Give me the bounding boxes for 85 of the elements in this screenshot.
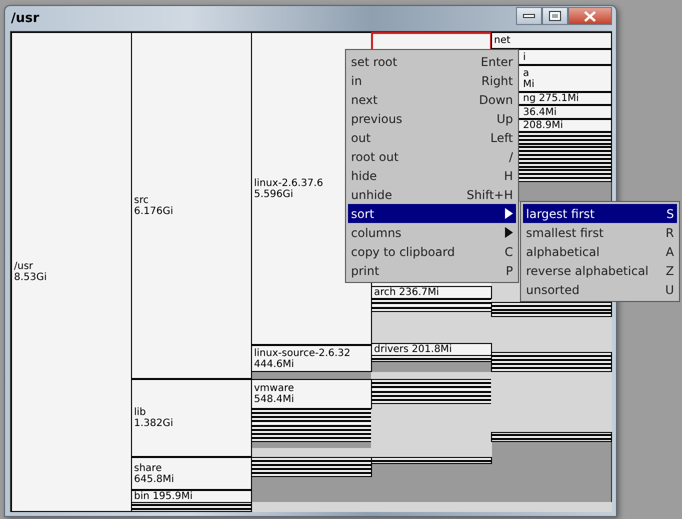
treemap-cell[interactable]: src 6.176Gi xyxy=(131,32,252,379)
treemap-cell[interactable] xyxy=(371,396,492,400)
treemap-cell[interactable]: linux-source-2.6.32 444.6Mi xyxy=(251,345,372,372)
treemap-cell[interactable]: lib 1.382Gi xyxy=(131,379,252,457)
folder-name: share xyxy=(134,462,163,474)
folder-name: bin 195.9Mi xyxy=(134,491,194,502)
close-button[interactable] xyxy=(568,7,612,25)
treemap-cell[interactable]: arch 236.7Mi xyxy=(371,286,492,299)
treemap-cell[interactable] xyxy=(251,473,372,477)
treemap-cell[interactable]: vmware 548.4Mi xyxy=(251,379,372,409)
treemap-cell[interactable] xyxy=(371,299,492,303)
treemap-cell[interactable] xyxy=(251,469,372,473)
treemap-cell[interactable] xyxy=(491,352,612,356)
treemap-cell[interactable] xyxy=(491,302,612,306)
folder-name: 208.9Mi xyxy=(523,120,564,131)
treemap-cell[interactable] xyxy=(371,392,492,396)
folder-size: 8.53Gi xyxy=(14,272,48,283)
folder-name: lib xyxy=(134,407,147,418)
treemap-cell[interactable] xyxy=(491,368,612,372)
menu-item[interactable]: unsorted U xyxy=(523,280,677,299)
treemap-cell[interactable] xyxy=(251,430,372,434)
treemap-cell[interactable] xyxy=(371,400,492,404)
folder-name: 36.4Mi xyxy=(523,106,558,118)
treemap-cell[interactable] xyxy=(371,308,492,312)
treemap-cell[interactable] xyxy=(371,457,492,461)
treemap-cell[interactable] xyxy=(491,432,612,435)
treemap-cell[interactable] xyxy=(251,413,372,417)
treemap-cell[interactable] xyxy=(491,313,612,317)
treemap-cell[interactable] xyxy=(491,439,612,442)
folder-name: drivers 201.8Mi xyxy=(374,344,453,355)
treemap-cell[interactable] xyxy=(371,387,492,392)
folder-size: 6.176Gi xyxy=(134,206,174,216)
menu-item[interactable]: reverse alphabetical Z xyxy=(523,261,677,280)
folder-size: 1.382Gi xyxy=(134,418,174,429)
treemap-cell[interactable] xyxy=(251,438,372,442)
treemap-cell[interactable] xyxy=(491,435,612,439)
treemap-cell[interactable] xyxy=(371,383,492,387)
treemap-cell[interactable] xyxy=(131,509,252,512)
treemap-cell[interactable] xyxy=(371,359,492,362)
maximize-button[interactable] xyxy=(542,7,568,25)
menu-item[interactable]: sort xyxy=(348,204,516,223)
close-icon xyxy=(584,10,596,22)
treemap-cell[interactable] xyxy=(491,306,612,310)
minimize-icon xyxy=(523,13,535,19)
treemap-cell[interactable] xyxy=(131,505,252,509)
folder-name: a xyxy=(523,68,530,78)
treemap-cell[interactable] xyxy=(251,421,372,426)
treemap-cell[interactable] xyxy=(251,465,372,469)
treemap-cell[interactable]: drivers 201.8Mi xyxy=(371,343,492,356)
treemap-cell[interactable] xyxy=(371,461,492,464)
folder-size: 444.6Mi xyxy=(254,358,296,370)
treemap-cell[interactable] xyxy=(491,356,612,360)
treemap-cell[interactable] xyxy=(491,360,612,364)
treemap-cell[interactable]: share 645.8Mi xyxy=(131,457,252,490)
folder-name: arch 236.7Mi xyxy=(374,287,440,298)
folder-name: /usr xyxy=(14,261,34,272)
treemap-cell[interactable] xyxy=(491,364,612,368)
folder-name: ng 275.1Mi xyxy=(523,93,580,104)
minimize-button[interactable] xyxy=(516,7,542,25)
maximize-icon xyxy=(549,11,561,21)
treemap-cell[interactable] xyxy=(371,379,492,383)
menu-item[interactable]: largest first S xyxy=(523,204,677,223)
folder-size: Mi xyxy=(523,78,536,90)
folder-name: src xyxy=(134,194,150,206)
treemap-cell[interactable] xyxy=(251,409,372,413)
treemap-cell[interactable] xyxy=(251,461,372,465)
treemap-cell[interactable]: net xyxy=(491,32,612,49)
folder-name: linux-2.6.37.6 xyxy=(254,178,324,188)
treemap-cell[interactable] xyxy=(491,310,612,313)
treemap-cell[interactable] xyxy=(371,303,492,308)
folder-name: net xyxy=(494,35,512,46)
window-title: /usr xyxy=(11,10,40,28)
treemap-cell[interactable]: /usr 8.53Gi xyxy=(11,32,132,512)
folder-name: linux-source-2.6.32 xyxy=(254,348,352,358)
folder-size: 548.4Mi xyxy=(254,394,296,405)
treemap-cell[interactable]: bin 195.9Mi xyxy=(131,490,252,503)
folder-name: vmware xyxy=(254,383,296,394)
folder-name: i xyxy=(523,52,527,62)
treemap-cell[interactable] xyxy=(251,426,372,430)
treemap-cell[interactable] xyxy=(251,434,372,438)
folder-size: 645.8Mi xyxy=(134,474,176,484)
menu-item[interactable]: alphabetical A xyxy=(523,242,677,261)
treemap-cell[interactable] xyxy=(251,417,372,421)
menu-item[interactable]: smallest first R xyxy=(523,223,677,242)
treemap-cell[interactable] xyxy=(251,457,372,461)
